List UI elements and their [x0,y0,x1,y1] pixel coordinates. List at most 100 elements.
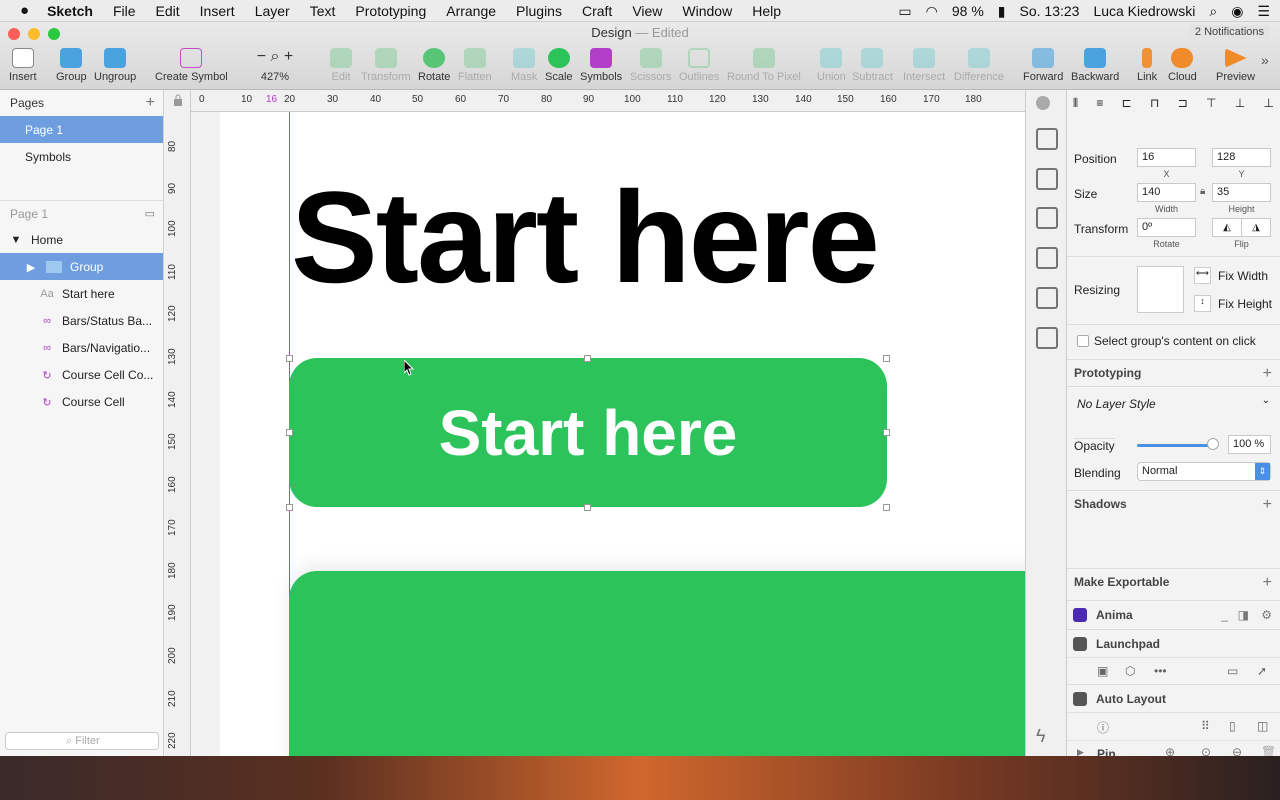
craft-toggle-icon[interactable] [1036,96,1050,110]
round-to-pixel-button[interactable]: Round To Pixel [727,48,801,83]
toolbar-overflow-icon[interactable]: » [1261,52,1269,68]
blending-select[interactable]: Normal ⇕ [1137,462,1271,481]
scissors-button[interactable]: Scissors [630,48,672,83]
add-shadow-icon[interactable]: + [1263,491,1272,518]
scale-button[interactable]: Scale [545,48,573,83]
menu-file[interactable]: File [113,3,136,19]
user-name[interactable]: Luca Kiedrowski [1093,3,1195,19]
layer-filter-input[interactable]: ⌕ Filter [5,732,159,750]
menu-app[interactable]: Sketch [47,3,93,19]
distribute-vertical-icon[interactable]: ≡ [1096,96,1103,112]
grid-icon[interactable]: ⠿ [1201,719,1210,733]
y-field[interactable]: 128 [1212,148,1271,167]
cube-icon[interactable]: ⬡ [1125,664,1135,678]
artboard-home[interactable]: ▼ Home [0,226,163,253]
opacity-field[interactable]: 100 % [1228,435,1271,454]
plugin-anima[interactable]: Anima _ ◨ ⚙ [1067,600,1280,628]
resize-handle[interactable] [286,504,293,511]
align-middle-icon[interactable]: ⊥ [1235,96,1245,112]
image-placeholder-icon[interactable] [1036,327,1058,349]
pin-all-icon[interactable]: ⊕ [1165,745,1175,756]
menu-craft[interactable]: Craft [582,3,612,19]
align-right-icon[interactable]: ⊐ [1178,96,1188,112]
more-icon[interactable]: ••• [1154,664,1167,678]
wifi-icon[interactable]: ◠ [926,3,938,20]
fix-height-icon[interactable]: ↕ [1194,295,1211,312]
rotate-field[interactable]: 0º [1137,218,1196,237]
info-icon[interactable]: ⓘ [1097,719,1109,736]
clock[interactable]: So. 13:23 [1020,3,1080,19]
opacity-slider-knob[interactable] [1207,438,1219,450]
duplicate-icon[interactable] [1036,247,1058,269]
menu-edit[interactable]: Edit [156,3,180,19]
flip-vertical-icon[interactable]: ◮ [1242,219,1270,236]
cloud-button[interactable]: Cloud [1168,48,1197,83]
minimize-icon[interactable]: _ [1221,601,1228,629]
pin-horizontal-icon[interactable]: ⊖ [1232,745,1242,756]
canvas-title-text[interactable]: Start here [291,172,880,302]
canvas[interactable]: Start here Start here 0 10 16 20 30 40 5… [165,90,1025,756]
page-item-page-1[interactable]: Page 1 [0,116,163,143]
height-field[interactable]: 35 [1212,183,1271,202]
forward-button[interactable]: Forward [1023,48,1063,83]
pin-section[interactable]: ▶ Pin ⊕ ⊙ ⊖ 🗑︎ [1067,740,1280,756]
insert-button[interactable]: Insert [9,48,37,83]
link-button[interactable]: Link [1137,48,1157,83]
airplay-icon[interactable]: ▭ [898,3,911,20]
ruler-lock-icon[interactable] [173,94,183,106]
device-icon[interactable]: ▯ [1229,719,1236,733]
menu-prototyping[interactable]: Prototyping [355,3,426,19]
menu-text[interactable]: Text [310,3,336,19]
union-button[interactable]: Union [817,48,846,83]
align-left-icon[interactable]: ⊏ [1122,96,1132,112]
menu-help[interactable]: Help [752,3,781,19]
page-item-symbols[interactable]: Symbols [0,143,163,170]
panel-icon[interactable]: ◨ [1238,601,1249,629]
menu-insert[interactable]: Insert [200,3,235,19]
plugin-launchpad[interactable]: Launchpad [1067,629,1280,657]
menu-plugins[interactable]: Plugins [516,3,562,19]
layer-course-cell[interactable]: ↻ Course Cell [0,388,163,415]
layer-style-dropdown[interactable]: No Layer Style ⌄ [1067,386,1280,422]
menu-layer[interactable]: Layer [255,3,290,19]
start-here-button-shape[interactable]: Start here [289,358,887,507]
align-center-icon[interactable]: ⊓ [1150,96,1159,112]
mask-button[interactable]: Mask [511,48,537,83]
disclosure-right-icon[interactable]: ▶ [1077,747,1084,756]
collapse-pages-icon[interactable]: ▭ [145,207,155,220]
create-symbol-button[interactable]: Create Symbol [155,48,228,83]
rocket-launch-icon[interactable]: ➚ [1257,664,1267,678]
resize-handle[interactable] [584,504,591,511]
ungroup-button[interactable]: Ungroup [94,48,136,83]
group-button[interactable]: Group [56,48,87,83]
layer-start-here[interactable]: Aa Start here [0,280,163,307]
devices-icon[interactable]: ◫ [1257,719,1268,733]
share-upload-icon[interactable] [1036,128,1058,150]
add-page-icon[interactable]: + [146,94,155,112]
width-field[interactable]: 140 [1137,183,1196,202]
gear-icon[interactable]: ⚙ [1261,601,1272,629]
notifications-badge[interactable]: 2 Notifications [1188,25,1270,39]
spotlight-search-icon[interactable]: ⌕ [1209,3,1217,20]
resize-handle[interactable] [883,355,890,362]
transform-button[interactable]: Transform [361,48,411,83]
fix-width-icon[interactable]: ⟷ [1194,267,1211,284]
plugin-auto-layout[interactable]: Auto Layout [1067,684,1280,712]
opacity-slider[interactable] [1137,444,1213,447]
notification-center-icon[interactable]: ☰ [1257,3,1270,20]
prototype-pen-icon[interactable] [1036,287,1058,309]
launchpad-layout-icon[interactable]: ▣ [1097,664,1108,678]
layer-bars-status[interactable]: ∞ Bars/Status Ba... [0,307,163,334]
flip-horizontal-icon[interactable]: ◭ [1213,219,1242,236]
zoom-control[interactable]: − ⌕ + 427% [250,48,300,83]
pin-vertical-icon[interactable]: ⊙ [1201,745,1211,756]
course-cell-shape[interactable] [289,571,1025,756]
subtract-button[interactable]: Subtract [852,48,893,83]
layers-stack-icon[interactable] [1036,168,1058,190]
rotate-button[interactable]: Rotate [418,48,450,83]
edit-button[interactable]: Edit [330,48,352,83]
outlines-button[interactable]: Outlines [679,48,719,83]
resize-handle[interactable] [286,429,293,436]
resize-handle[interactable] [584,355,591,362]
resize-handle[interactable] [883,504,890,511]
